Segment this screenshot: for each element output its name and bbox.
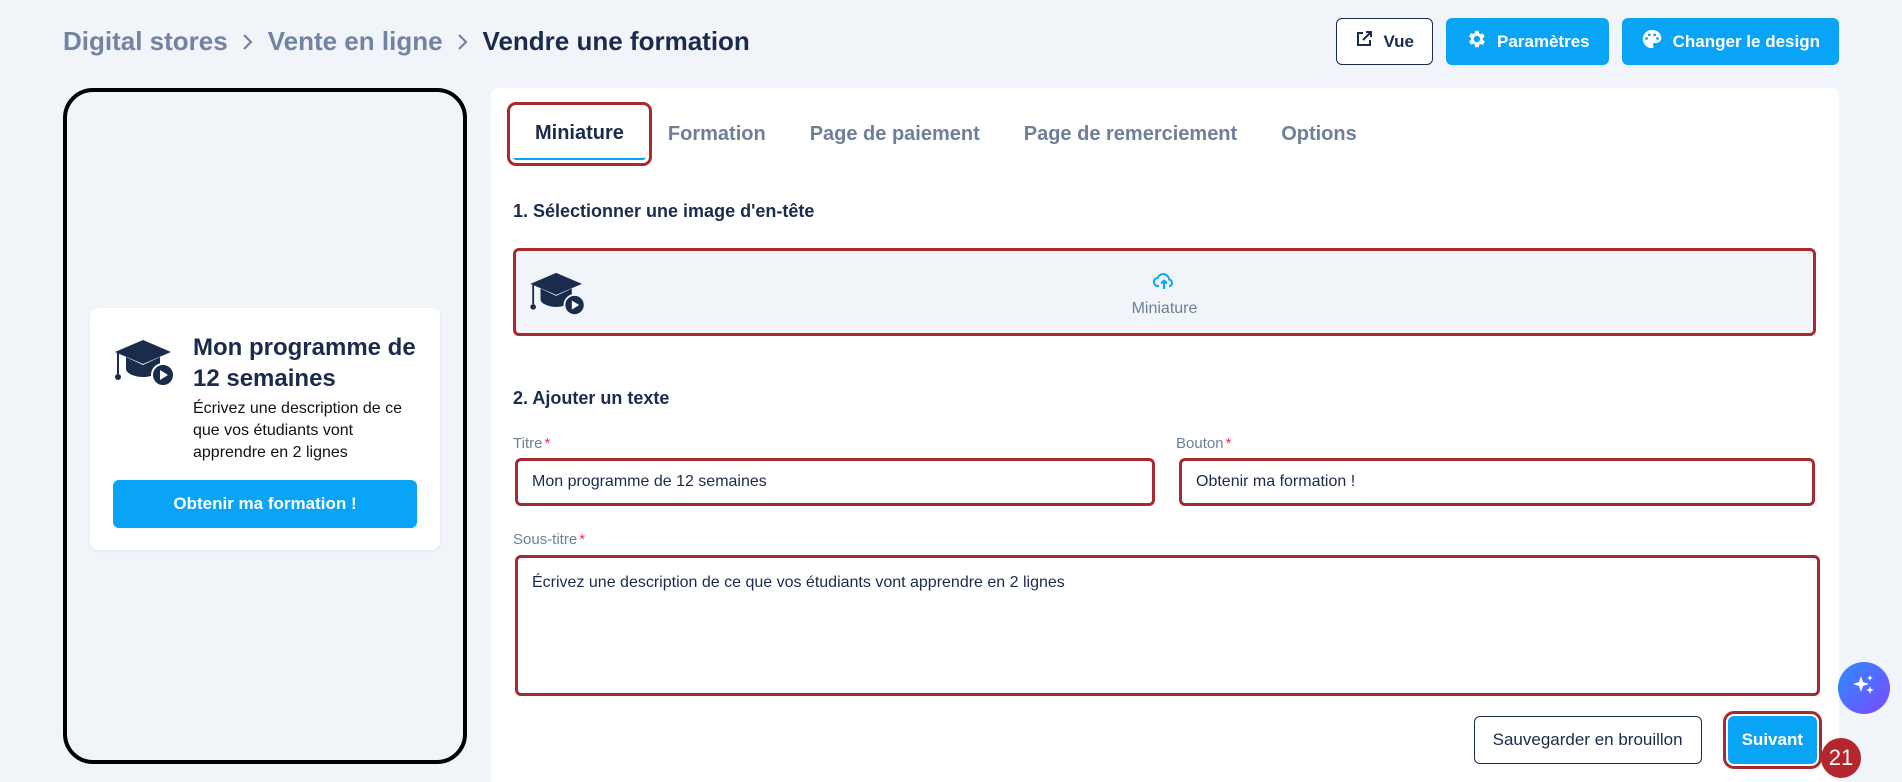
button-field-label: Bouton *: [1176, 435, 1232, 452]
cloud-upload-icon: [1153, 273, 1177, 295]
breadcrumb-digital-stores[interactable]: Digital stores: [63, 26, 228, 57]
preview-description: Écrivez une description de ce que vos ét…: [193, 400, 402, 461]
header-actions: Vue Paramètres Changer le design: [1336, 18, 1839, 65]
next-button[interactable]: Suivant: [1722, 711, 1823, 769]
preview-card: Mon programme de 12 semaines Écrivez une…: [90, 308, 440, 550]
ai-assistant-button[interactable]: [1838, 662, 1890, 714]
settings-button[interactable]: Paramètres: [1446, 18, 1609, 65]
subtitle-textarea[interactable]: Écrivez une description de ce que vos ét…: [515, 555, 1820, 696]
tab-bar: Miniature Formation Page de paiement Pag…: [507, 102, 1379, 166]
settings-button-label: Paramètres: [1497, 31, 1590, 51]
sparkles-icon: [1851, 673, 1877, 704]
button-text-input[interactable]: Obtenir ma formation !: [1179, 458, 1815, 506]
title-field-label: Titre *: [513, 435, 551, 452]
tab-options[interactable]: Options: [1259, 108, 1379, 160]
step-badge: 21: [1821, 738, 1861, 778]
breadcrumb-vente-en-ligne[interactable]: Vente en ligne: [268, 26, 443, 57]
tab-miniature[interactable]: Miniature: [507, 102, 652, 166]
editor-panel: Miniature Formation Page de paiement Pag…: [491, 88, 1839, 782]
header-image-upload[interactable]: Miniature: [513, 248, 1816, 336]
section-text-title: 2. Ajouter un texte: [513, 388, 670, 408]
section-image-title: 1. Sélectionner une image d'en-tête: [513, 201, 815, 221]
preview-title: Mon programme de 12 semaines: [193, 334, 416, 392]
phone-preview: Mon programme de 12 semaines Écrivez une…: [63, 88, 467, 764]
tab-formation[interactable]: Formation: [646, 108, 788, 160]
form-actions: Sauvegarder en brouillon Suivant: [1473, 711, 1823, 769]
view-button[interactable]: Vue: [1336, 18, 1433, 65]
tab-page-paiement[interactable]: Page de paiement: [788, 108, 1002, 160]
title-input[interactable]: Mon programme de 12 semaines: [515, 458, 1155, 506]
chevron-right-icon: [443, 33, 483, 51]
upload-label: Miniature: [1131, 300, 1198, 317]
tab-page-remerciement[interactable]: Page de remerciement: [1002, 108, 1259, 160]
breadcrumb: Digital stores Vente en ligne Vendre une…: [63, 26, 750, 57]
change-design-button[interactable]: Changer le design: [1621, 18, 1839, 65]
view-button-label: Vue: [1383, 31, 1414, 51]
external-link-icon: [1355, 30, 1373, 53]
change-design-label: Changer le design: [1672, 31, 1820, 51]
palette-icon: [1641, 28, 1663, 55]
gear-icon: [1465, 28, 1487, 55]
save-draft-button[interactable]: Sauvegarder en brouillon: [1473, 716, 1702, 764]
graduation-cap-icon: [113, 332, 179, 464]
preview-cta-button[interactable]: Obtenir ma formation !: [113, 480, 417, 528]
chevron-right-icon: [228, 33, 268, 51]
graduation-cap-icon: [528, 271, 588, 322]
subtitle-field-label: Sous-titre *: [513, 531, 586, 548]
page-title: Vendre une formation: [482, 26, 750, 56]
